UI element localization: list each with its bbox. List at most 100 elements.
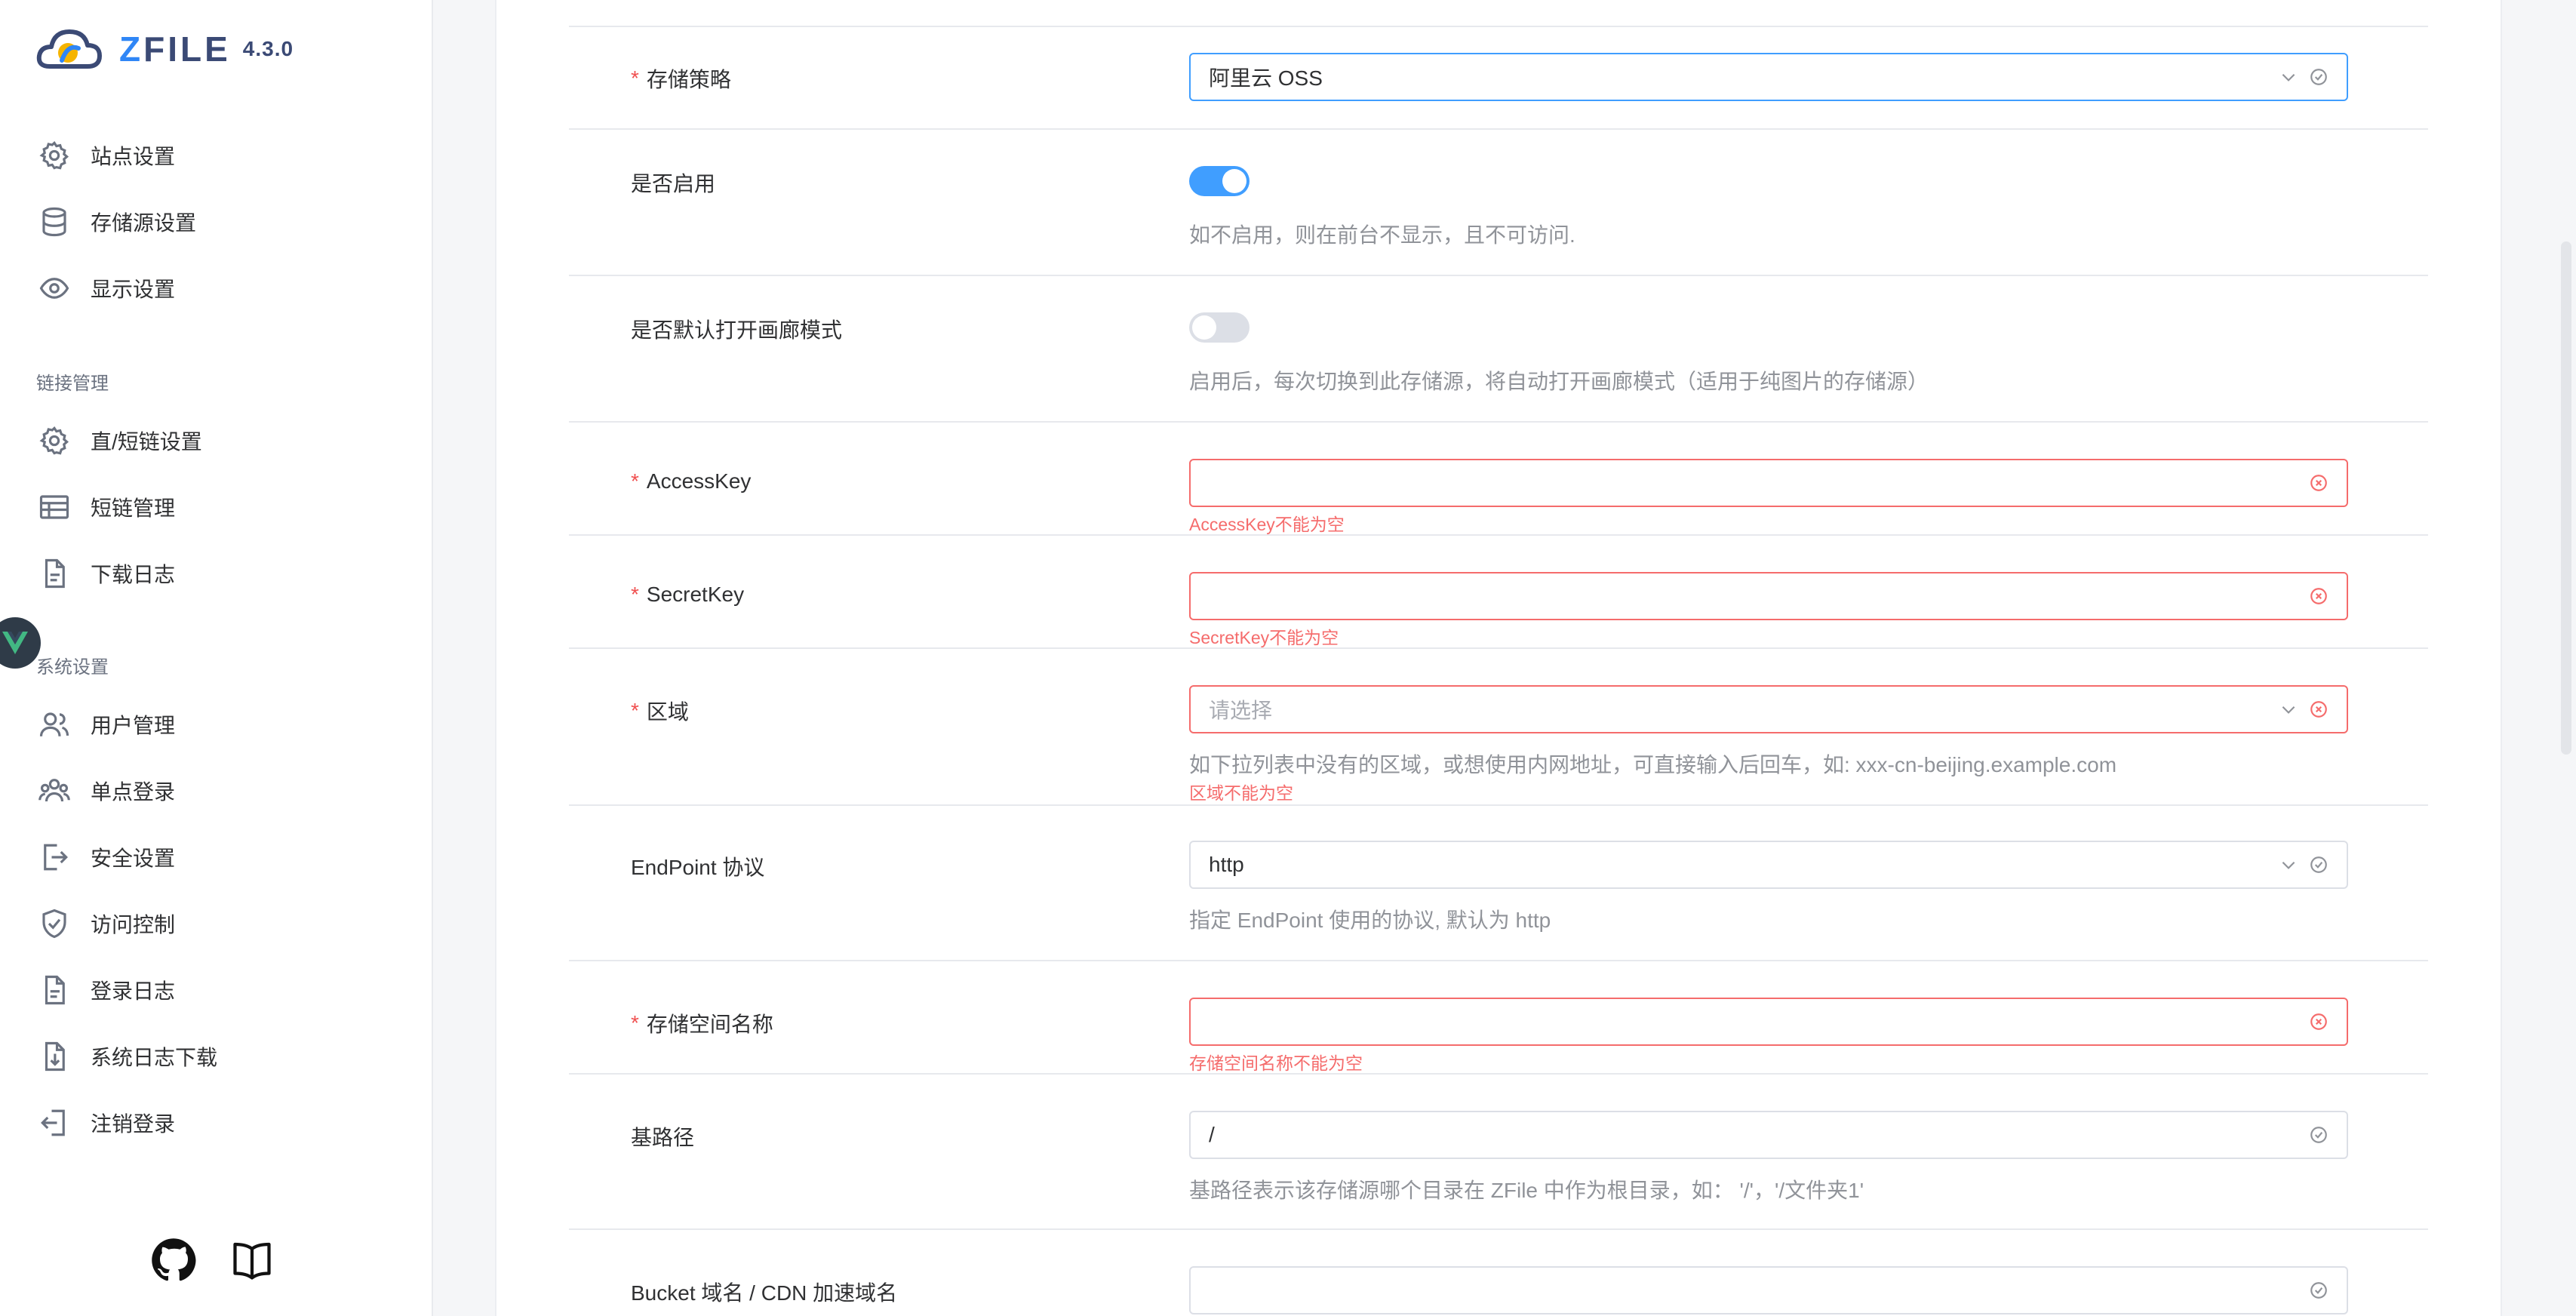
required-mark: * — [631, 583, 639, 606]
bucket-name-error: 存储空间名称不能为空 — [1189, 1053, 1363, 1073]
sidebar-item-link-settings[interactable]: 直/短链设置 — [36, 418, 202, 463]
storage-strategy-select[interactable]: 阿里云 OSS — [1189, 53, 2348, 101]
required-mark: * — [631, 699, 639, 722]
gear-icon — [36, 137, 72, 174]
required-mark: * — [631, 469, 639, 493]
nav-group-link-management: 链接管理 — [36, 374, 109, 394]
sidebar-item-site-settings[interactable]: 站点设置 — [36, 133, 175, 178]
app-root: ZFILE 4.3.0 站点设置 存储源设置 显示设置 链接管理 直/短链设置 … — [0, 0, 2576, 1316]
secret-key-input[interactable] — [1189, 572, 2348, 620]
users-icon — [36, 773, 72, 809]
base-path-help-text: 基路径表示该存储源哪个目录在 ZFile 中作为根目录，如： '/'，'/文件夹… — [1189, 1179, 1864, 1202]
sidebar-footer — [151, 1238, 275, 1283]
field-label-region: * 区域 — [631, 699, 689, 724]
field-label-secret-key: * SecretKey — [631, 583, 745, 606]
logo-text: ZFILE — [119, 29, 231, 69]
error-circle-icon — [2310, 588, 2327, 604]
enabled-switch[interactable] — [1189, 166, 1250, 196]
divider — [569, 960, 2428, 961]
divider — [569, 804, 2428, 806]
app-version: 4.3.0 — [242, 37, 294, 60]
field-label-bucket-name: * 存储空间名称 — [631, 1011, 773, 1036]
sidebar-item-sso[interactable]: 单点登录 — [36, 768, 175, 813]
gallery-mode-switch[interactable] — [1189, 312, 1250, 343]
chevron-down-icon — [2282, 861, 2295, 869]
sidebar: ZFILE 4.3.0 站点设置 存储源设置 显示设置 链接管理 直/短链设置 … — [0, 0, 433, 1316]
sidebar-item-system-log-download[interactable]: 系统日志下载 — [36, 1034, 217, 1079]
sidebar-item-label: 下载日志 — [91, 563, 176, 586]
sidebar-item-label: 注销登录 — [91, 1112, 176, 1136]
error-circle-icon — [2310, 701, 2327, 718]
sidebar-item-label: 直/短链设置 — [91, 430, 202, 454]
field-label-base-path: 基路径 — [631, 1126, 695, 1149]
book-icon[interactable] — [229, 1238, 275, 1283]
chevron-down-icon — [2282, 73, 2295, 81]
field-label-gallery-mode: 是否默认打开画廊模式 — [631, 318, 843, 342]
sidebar-item-label: 用户管理 — [91, 714, 176, 737]
eye-icon — [36, 270, 72, 306]
required-mark: * — [631, 1011, 639, 1035]
sidebar-item-label: 短链管理 — [91, 497, 176, 520]
divider — [569, 275, 2428, 276]
cloud-logo-icon — [36, 29, 102, 69]
gear-icon — [36, 423, 72, 459]
endpoint-protocol-help-text: 指定 EndPoint 使用的协议, 默认为 http — [1189, 909, 1551, 932]
sidebar-item-display-settings[interactable]: 显示设置 — [36, 266, 175, 311]
sidebar-item-download-log[interactable]: 下载日志 — [36, 551, 175, 596]
logo[interactable]: ZFILE 4.3.0 — [35, 23, 294, 75]
download-document-icon — [36, 1038, 72, 1075]
github-icon[interactable] — [151, 1238, 196, 1283]
vue-logo-icon — [2, 632, 28, 654]
field-label-access-key: * AccessKey — [631, 469, 752, 493]
table-icon — [36, 489, 72, 525]
region-error: 区域不能为空 — [1189, 783, 1293, 803]
sidebar-item-login-log[interactable]: 登录日志 — [36, 967, 175, 1013]
access-key-input[interactable] — [1189, 459, 2348, 507]
secret-key-error: SecretKey不能为空 — [1189, 628, 1339, 647]
endpoint-protocol-select[interactable]: http — [1189, 841, 2348, 889]
exit-icon — [36, 1105, 72, 1141]
access-key-error: AccessKey不能为空 — [1189, 515, 1345, 534]
field-label-enabled: 是否启用 — [631, 172, 716, 195]
database-icon — [36, 204, 72, 240]
main-content: * 存储策略 阿里云 OSS 是否启用 如不启用，则在前台不显示，且不可访问. 是… — [433, 0, 2576, 1316]
sidebar-item-short-links[interactable]: 短链管理 — [36, 484, 175, 530]
document-icon — [36, 555, 72, 592]
enabled-help-text: 如不启用，则在前台不显示，且不可访问. — [1189, 223, 1575, 247]
sidebar-item-label: 单点登录 — [91, 780, 176, 804]
sidebar-item-label: 存储源设置 — [91, 211, 197, 235]
sidebar-item-user-management[interactable]: 用户管理 — [36, 702, 175, 747]
divider — [569, 128, 2428, 130]
sidebar-item-storage-settings[interactable]: 存储源设置 — [36, 199, 196, 244]
user-icon — [36, 706, 72, 743]
sidebar-item-label: 系统日志下载 — [91, 1046, 218, 1069]
divider — [569, 1073, 2428, 1075]
divider — [569, 534, 2428, 536]
region-help-text: 如下拉列表中没有的区域，或想使用内网地址，可直接输入后回车，如: xxx-cn-… — [1189, 753, 2117, 776]
bucket-domain-input[interactable] — [1189, 1266, 2348, 1314]
divider — [569, 1228, 2428, 1230]
sidebar-item-security-settings[interactable]: 安全设置 — [36, 835, 175, 880]
field-label-bucket-domain: Bucket 域名 / CDN 加速域名 — [631, 1281, 898, 1305]
switch-knob — [1192, 315, 1216, 340]
sidebar-item-access-control[interactable]: 访问控制 — [36, 901, 175, 946]
sidebar-item-label: 登录日志 — [91, 979, 176, 1003]
sidebar-item-label: 站点设置 — [91, 145, 176, 168]
switch-knob — [1222, 169, 1247, 193]
check-circle-icon — [2310, 1127, 2327, 1143]
field-label-endpoint-protocol: EndPoint 协议 — [631, 856, 765, 879]
region-select[interactable]: 请选择 — [1189, 685, 2348, 733]
sidebar-item-label: 访问控制 — [91, 913, 176, 936]
gallery-help-text: 启用后，每次切换到此存储源，将自动打开画廊模式（适用于纯图片的存储源） — [1189, 370, 1929, 393]
required-mark: * — [631, 66, 639, 90]
divider — [569, 421, 2428, 423]
nav-group-system-settings: 系统设置 — [36, 657, 109, 678]
vertical-scrollbar[interactable] — [2561, 241, 2571, 755]
storage-form-card: * 存储策略 阿里云 OSS 是否启用 如不启用，则在前台不显示，且不可访问. 是… — [495, 0, 2502, 1316]
bucket-name-input[interactable] — [1189, 998, 2348, 1046]
sidebar-item-logout[interactable]: 注销登录 — [36, 1100, 175, 1145]
vue-devtools-button[interactable] — [0, 617, 41, 669]
logout-icon — [36, 839, 72, 875]
base-path-input[interactable]: / — [1189, 1111, 2348, 1159]
document-icon — [36, 972, 72, 1008]
